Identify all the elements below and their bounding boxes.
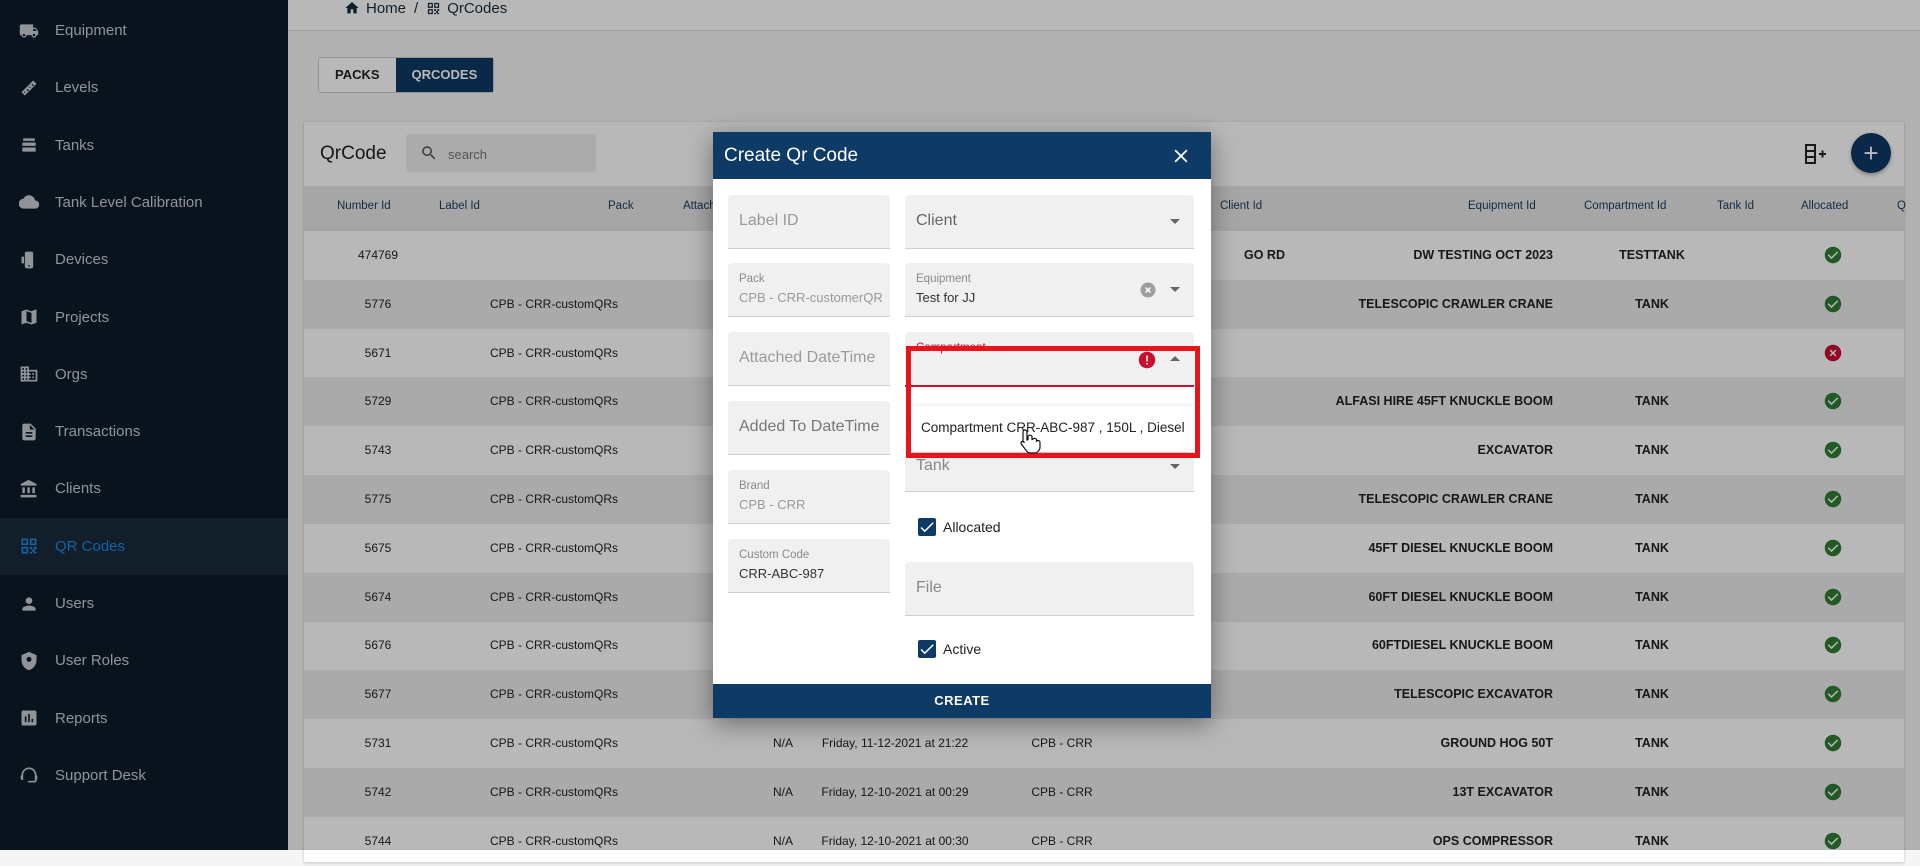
active-label: Active [943, 641, 982, 657]
close-icon[interactable] [1170, 145, 1192, 167]
hand-cursor-icon [1020, 429, 1041, 454]
tank-placeholder: Tank [916, 457, 950, 474]
highlight-box [906, 346, 1200, 458]
equipment-label: Equipment [916, 273, 971, 285]
allocated-checkbox[interactable] [918, 518, 936, 536]
label-id-field[interactable]: Label ID [728, 195, 890, 249]
brand-label: Brand [739, 480, 770, 492]
allocated-label: Allocated [943, 519, 1001, 535]
equipment-select[interactable]: Equipment Test for JJ [905, 263, 1194, 317]
attached-datetime-placeholder: Attached DateTime [739, 349, 876, 366]
pack-field: Pack CPB - CRR-customerQR [728, 263, 890, 317]
equipment-value: Test for JJ [916, 290, 976, 305]
dialog-header: Create Qr Code [713, 132, 1211, 179]
brand-field: Brand CPB - CRR [728, 470, 890, 524]
client-select[interactable]: Client [905, 195, 1194, 249]
dialog-title: Create Qr Code [724, 145, 859, 166]
clear-icon[interactable] [1139, 281, 1157, 299]
added-datetime-field[interactable]: Added To DateTime [728, 401, 890, 455]
active-checkbox[interactable] [918, 640, 936, 658]
chevron-down-icon [1170, 287, 1180, 292]
label-id-placeholder: Label ID [739, 212, 799, 229]
chevron-down-icon [1170, 219, 1180, 224]
file-placeholder: File [916, 579, 942, 596]
file-field[interactable]: File [905, 562, 1194, 616]
chevron-down-icon [1170, 464, 1180, 469]
create-button[interactable]: CREATE [713, 684, 1211, 718]
custom-code-label: Custom Code [739, 549, 810, 561]
client-placeholder: Client [916, 212, 957, 229]
brand-value: CPB - CRR [739, 497, 806, 512]
custom-code-field[interactable]: Custom Code CRR-ABC-987 [728, 539, 890, 593]
check-icon [920, 644, 934, 655]
pack-value: CPB - CRR-customerQR [739, 290, 883, 305]
added-datetime-placeholder: Added To DateTime [739, 418, 880, 435]
check-icon [920, 522, 934, 533]
attached-datetime-field[interactable]: Attached DateTime [728, 332, 890, 386]
custom-code-value: CRR-ABC-987 [739, 566, 825, 581]
pack-label: Pack [739, 273, 765, 285]
